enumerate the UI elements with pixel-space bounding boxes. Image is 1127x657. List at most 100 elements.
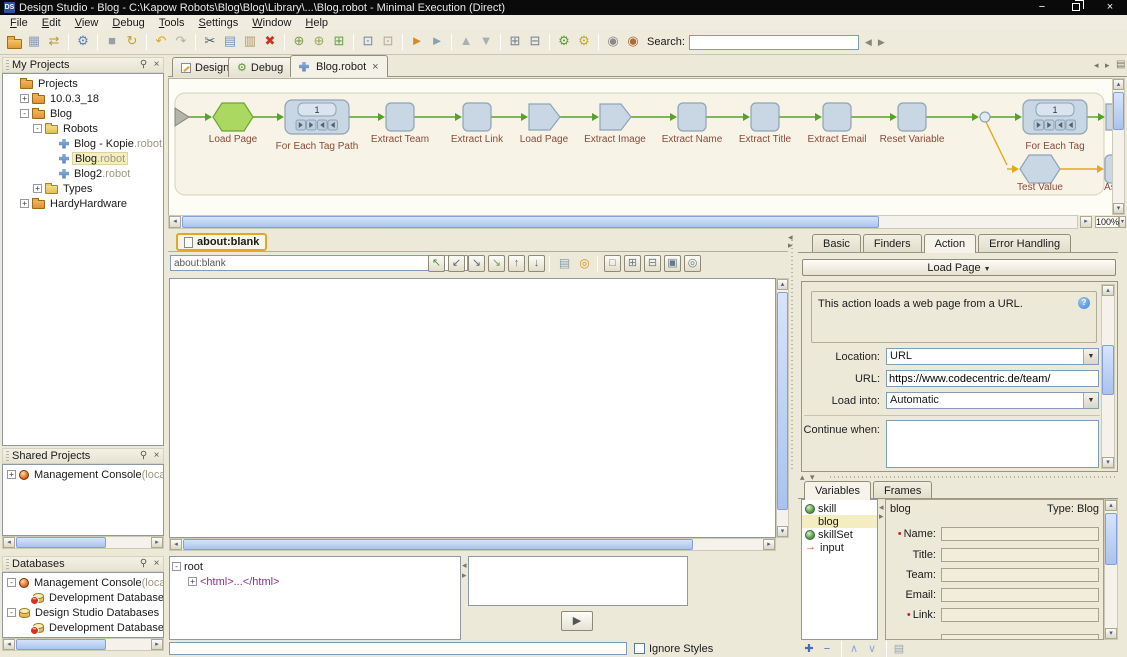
variables-splitter[interactable] bbox=[830, 476, 1118, 478]
splitter-collapse-right-icon[interactable]: ▸ bbox=[788, 240, 793, 251]
edit-variable-type-icon[interactable]: ▤ bbox=[891, 642, 907, 657]
scroll-thumb[interactable] bbox=[183, 539, 693, 550]
browser-hscrollbar[interactable]: ◂ ▸ bbox=[169, 538, 776, 551]
search-input[interactable] bbox=[689, 35, 859, 50]
search-next-icon[interactable]: ▶ bbox=[878, 37, 885, 48]
expand-icon[interactable]: + bbox=[33, 184, 42, 193]
tree-item-projects[interactable]: Projects bbox=[5, 76, 161, 91]
field-input[interactable] bbox=[941, 634, 1099, 640]
clear-selection-icon[interactable]: ⊡ bbox=[379, 32, 397, 50]
variable-item-blog[interactable]: blog bbox=[802, 515, 877, 528]
variable-item-skill[interactable]: skill bbox=[802, 502, 877, 515]
tree-item-blog-kopie[interactable]: Blog - Kopie.robot bbox=[5, 136, 161, 151]
save-icon[interactable]: ▦ bbox=[25, 32, 43, 50]
field-input[interactable] bbox=[941, 548, 1099, 562]
load-into-dropdown[interactable]: Automatic ▼ bbox=[886, 392, 1099, 409]
action-vscrollbar[interactable]: ▴ ▾ bbox=[1101, 284, 1115, 469]
scroll-up-icon[interactable]: ▴ bbox=[1113, 79, 1124, 90]
menu-edit[interactable]: Edit bbox=[35, 16, 68, 30]
zoom-dropdown-icon[interactable]: ▾ bbox=[1119, 216, 1126, 228]
go-first-icon[interactable]: ↘ bbox=[468, 255, 485, 272]
right-panel-splitter[interactable] bbox=[791, 236, 793, 471]
scroll-thumb[interactable] bbox=[777, 292, 788, 510]
dom-html-node[interactable]: + <html>...</html> bbox=[172, 574, 458, 589]
zoom-out-icon[interactable]: ⊟ bbox=[644, 255, 661, 272]
field-input[interactable] bbox=[941, 608, 1099, 622]
browser-upload-icon[interactable]: ◉ bbox=[624, 32, 642, 50]
menu-settings[interactable]: Settings bbox=[192, 16, 246, 30]
scroll-right-icon[interactable]: ▸ bbox=[151, 537, 163, 548]
tab-error-handling[interactable]: Error Handling bbox=[978, 234, 1071, 253]
go-back-icon[interactable]: ↖ bbox=[428, 255, 445, 272]
new-page-view-icon[interactable]: ▤ bbox=[556, 255, 573, 272]
move-variable-down-icon[interactable]: ∨ bbox=[864, 642, 880, 657]
restore-button[interactable] bbox=[1059, 0, 1093, 15]
debug-current-icon[interactable]: ⚙ bbox=[575, 32, 593, 50]
browser-content[interactable] bbox=[169, 278, 776, 538]
address-bar[interactable] bbox=[170, 255, 468, 271]
copy-icon[interactable]: ▤ bbox=[221, 32, 239, 50]
scroll-left-icon[interactable]: ◂ bbox=[3, 537, 15, 548]
flow-node-for-each-tag[interactable]: 1For Each Tag bbox=[1023, 100, 1087, 152]
tab-basic[interactable]: Basic bbox=[812, 234, 861, 253]
menu-view[interactable]: View bbox=[68, 16, 106, 30]
tree-item-blog2[interactable]: Blog2.robot bbox=[5, 166, 161, 181]
field-input[interactable] bbox=[941, 568, 1099, 582]
sync-robot-icon[interactable]: ⇄ bbox=[45, 32, 63, 50]
tab-blog-robot[interactable]: Blog.robot × bbox=[290, 55, 388, 77]
tree-item-hardyhardware[interactable]: +HardyHardware bbox=[5, 196, 161, 211]
collapse-all-icon[interactable]: ⊟ bbox=[526, 32, 544, 50]
scroll-down-icon[interactable]: ▾ bbox=[1113, 203, 1124, 214]
close-panel-icon[interactable]: × bbox=[150, 449, 163, 463]
remove-variable-icon[interactable]: − bbox=[819, 642, 835, 657]
go-next-icon[interactable]: ↘ bbox=[488, 255, 505, 272]
scroll-right-icon[interactable]: ▸ bbox=[151, 639, 163, 650]
pin-icon[interactable]: ⚲ bbox=[137, 449, 150, 463]
scroll-thumb[interactable] bbox=[16, 639, 106, 650]
tab-debug[interactable]: ⚙ Debug bbox=[228, 57, 292, 77]
scroll-right-icon[interactable]: ▸ bbox=[1080, 216, 1092, 228]
go-forward-icon[interactable]: ↙ bbox=[448, 255, 465, 272]
move-step-up-icon[interactable]: ▲ bbox=[457, 32, 475, 50]
browser-tab-about-blank[interactable]: about:blank bbox=[176, 233, 267, 251]
continue-when-box[interactable] bbox=[886, 420, 1099, 468]
pin-icon[interactable]: ⚲ bbox=[137, 557, 150, 571]
tree-item-management-console[interactable]: -Management Console (localhost) bbox=[5, 575, 161, 590]
scroll-thumb[interactable] bbox=[182, 216, 879, 228]
tree-item-types[interactable]: +Types bbox=[5, 181, 161, 196]
scroll-right-icon[interactable]: ▸ bbox=[763, 539, 775, 550]
search-prev-icon[interactable]: ◀ bbox=[865, 37, 872, 48]
paste-icon[interactable]: ▥ bbox=[241, 32, 259, 50]
location-dropdown[interactable]: URL ▼ bbox=[886, 348, 1099, 365]
chevron-down-icon[interactable]: ▼ bbox=[1083, 349, 1098, 364]
expand-icon[interactable]: + bbox=[20, 94, 29, 103]
delete-icon[interactable]: ✖ bbox=[261, 32, 279, 50]
zoom-in-icon[interactable]: ⊞ bbox=[624, 255, 641, 272]
flow-hscroll-track[interactable]: ◂ bbox=[168, 215, 1078, 229]
scroll-up-icon[interactable]: ▴ bbox=[777, 279, 788, 290]
pin-icon[interactable]: ⚲ bbox=[137, 58, 150, 72]
scroll-down-icon[interactable]: ▾ bbox=[1102, 457, 1114, 468]
stop-execution-icon[interactable]: ■ bbox=[103, 32, 121, 50]
expand-all-icon[interactable]: ⊞ bbox=[506, 32, 524, 50]
tree-item-blog[interactable]: -Blog bbox=[5, 106, 161, 121]
upload-robot-icon[interactable]: ⚙ bbox=[74, 32, 92, 50]
expand-icon[interactable]: + bbox=[7, 470, 16, 479]
browser-view-icon[interactable]: ◉ bbox=[604, 32, 622, 50]
scroll-left-icon[interactable]: ◂ bbox=[3, 639, 15, 650]
find-icon[interactable]: ◎ bbox=[576, 255, 593, 272]
scroll-thumb[interactable] bbox=[1113, 92, 1124, 130]
redo-icon[interactable]: ↷ bbox=[172, 32, 190, 50]
close-panel-icon[interactable]: × bbox=[150, 58, 163, 72]
flow-vscrollbar[interactable]: ▴ ▾ bbox=[1112, 78, 1125, 215]
zoom-selection-icon[interactable]: ◎ bbox=[684, 255, 701, 272]
help-icon[interactable]: ? bbox=[1078, 297, 1090, 309]
cut-icon[interactable]: ✂ bbox=[201, 32, 219, 50]
variable-item-input[interactable]: →input bbox=[802, 541, 877, 554]
zoom-reset-icon[interactable]: □ bbox=[604, 255, 621, 272]
expand-icon[interactable]: + bbox=[188, 577, 197, 586]
tree-item-10-0-3-18[interactable]: +10.0.3_18 bbox=[5, 91, 161, 106]
scroll-up-icon[interactable]: ▴ bbox=[1105, 500, 1117, 511]
close-tab-icon[interactable]: × bbox=[372, 61, 378, 73]
collapse-icon[interactable]: - bbox=[7, 578, 16, 587]
